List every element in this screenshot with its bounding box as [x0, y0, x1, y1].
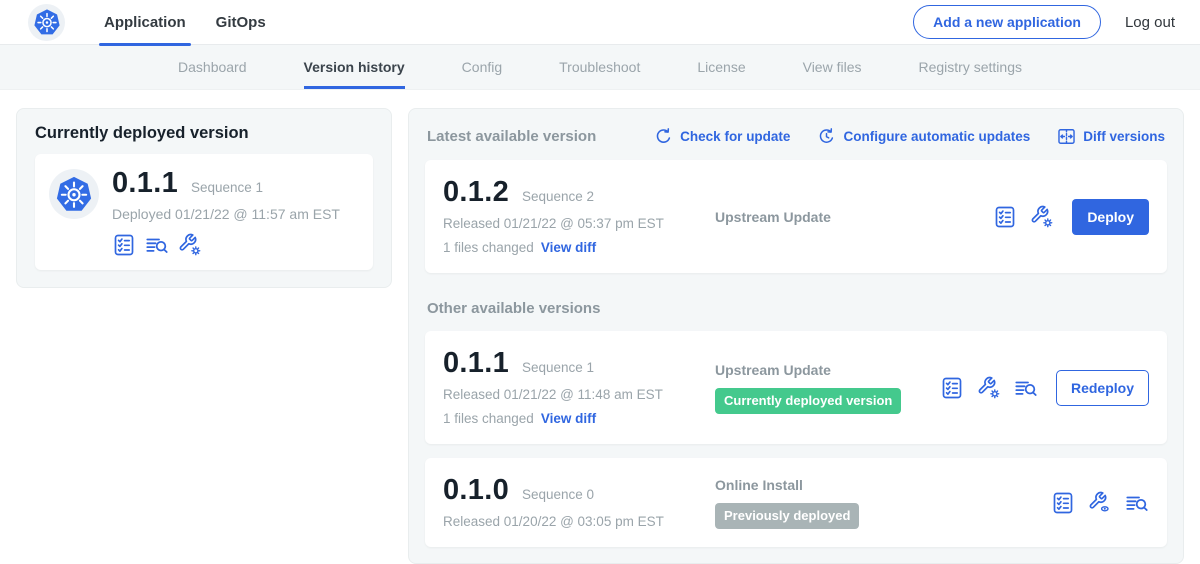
files-changed-line: 1 files changed View diff — [443, 240, 697, 255]
edit-config-icon[interactable] — [977, 376, 1001, 400]
version-row-0-1-0: 0.1.0 Sequence 0 Released 01/20/22 @ 03:… — [425, 458, 1167, 547]
version-row-0-1-1: 0.1.1 Sequence 1 Released 01/21/22 @ 11:… — [425, 331, 1167, 444]
other-versions-title: Other available versions — [427, 300, 1165, 317]
files-changed-line: 1 files changed View diff — [443, 411, 697, 426]
deployed-version-tile: 0.1.1 Sequence 1 Deployed 01/21/22 @ 11:… — [35, 154, 373, 270]
kubernetes-logo-icon — [33, 8, 61, 36]
refresh-icon — [654, 127, 673, 146]
deployed-version-number: 0.1.1 — [112, 169, 178, 198]
deploy-button[interactable]: Deploy — [1072, 199, 1149, 235]
release-notes-icon[interactable] — [993, 205, 1017, 229]
files-changed-label: 1 files changed — [443, 411, 534, 426]
version-history-panel: Latest available version Check for updat… — [408, 108, 1184, 564]
tab-application[interactable]: Application — [89, 0, 201, 45]
view-diff-link[interactable]: View diff — [541, 240, 596, 255]
latest-version-header: Latest available version Check for updat… — [427, 127, 1165, 146]
version-source-label: Upstream Update — [715, 209, 993, 225]
version-source-label: Upstream Update — [715, 362, 940, 378]
main-content: Currently deployed version 0.1.1 Sequenc… — [0, 90, 1200, 564]
top-bar: Application GitOps Add a new application… — [0, 0, 1200, 45]
view-config-icon[interactable] — [1088, 491, 1112, 515]
released-timestamp: Released 01/21/22 @ 05:37 pm EST — [443, 216, 697, 231]
deployed-sequence-label: Sequence 1 — [191, 180, 263, 195]
release-notes-icon[interactable] — [940, 376, 964, 400]
files-changed-label: 1 files changed — [443, 240, 534, 255]
sequence-label: Sequence 1 — [522, 360, 594, 375]
released-timestamp: Released 01/21/22 @ 11:48 am EST — [443, 387, 697, 402]
version-info: 0.1.0 Sequence 0 Released 01/20/22 @ 03:… — [443, 476, 697, 529]
subnav-item-version-history[interactable]: Version history — [304, 45, 405, 89]
deployed-version-info: 0.1.1 Sequence 1 Deployed 01/21/22 @ 11:… — [112, 169, 340, 257]
currently-deployed-badge: Currently deployed version — [715, 388, 901, 414]
version-number: 0.1.2 — [443, 178, 509, 207]
subnav-item-registry-settings[interactable]: Registry settings — [919, 45, 1022, 89]
tab-gitops[interactable]: GitOps — [201, 0, 281, 45]
version-number: 0.1.0 — [443, 476, 509, 505]
diff-versions-link[interactable]: Diff versions — [1057, 127, 1165, 146]
edit-config-icon[interactable] — [178, 233, 202, 257]
panel-actions: Check for update Configure automatic upd… — [654, 127, 1165, 146]
subnav-item-config[interactable]: Config — [462, 45, 502, 89]
version-number: 0.1.1 — [443, 349, 509, 378]
version-meta: Upstream Update Currently deployed versi… — [697, 362, 940, 414]
view-logs-icon[interactable] — [1125, 491, 1149, 515]
version-meta: Online Install Previously deployed — [697, 477, 1051, 529]
check-for-update-label: Check for update — [680, 129, 790, 144]
configure-automatic-updates-label: Configure automatic updates — [843, 129, 1030, 144]
view-logs-icon[interactable] — [1014, 376, 1038, 400]
version-actions: Deploy — [993, 199, 1149, 235]
tab-gitops-label: GitOps — [216, 14, 266, 31]
subnav-item-dashboard[interactable]: Dashboard — [178, 45, 247, 89]
sequence-label: Sequence 2 — [522, 189, 594, 204]
sequence-label: Sequence 0 — [522, 487, 594, 502]
tab-application-label: Application — [104, 14, 186, 31]
check-for-update-link[interactable]: Check for update — [654, 127, 790, 146]
view-logs-icon[interactable] — [145, 233, 169, 257]
diff-icon — [1057, 127, 1076, 146]
release-notes-icon[interactable] — [112, 233, 136, 257]
edit-config-icon[interactable] — [1030, 205, 1054, 229]
version-row-0-1-2: 0.1.2 Sequence 2 Released 01/21/22 @ 05:… — [425, 160, 1167, 273]
diff-versions-label: Diff versions — [1083, 129, 1165, 144]
currently-deployed-card: Currently deployed version 0.1.1 Sequenc… — [16, 108, 392, 288]
redeploy-button[interactable]: Redeploy — [1056, 370, 1149, 406]
version-meta: Upstream Update — [697, 209, 993, 225]
version-info: 0.1.1 Sequence 1 Released 01/21/22 @ 11:… — [443, 349, 697, 426]
schedule-update-icon — [817, 127, 836, 146]
version-source-label: Online Install — [715, 477, 1051, 493]
latest-version-title: Latest available version — [427, 128, 596, 145]
app-avatar — [49, 169, 99, 219]
deployed-actions — [112, 233, 340, 257]
app-subnav: Dashboard Version history Config Trouble… — [0, 45, 1200, 90]
subnav-item-troubleshoot[interactable]: Troubleshoot — [559, 45, 640, 89]
version-info: 0.1.2 Sequence 2 Released 01/21/22 @ 05:… — [443, 178, 697, 255]
view-diff-link[interactable]: View diff — [541, 411, 596, 426]
kubernetes-logo-icon — [55, 175, 93, 213]
add-application-button[interactable]: Add a new application — [913, 5, 1101, 39]
app-logo — [28, 4, 65, 41]
version-actions: Redeploy — [940, 370, 1149, 406]
released-timestamp: Released 01/20/22 @ 03:05 pm EST — [443, 514, 697, 529]
logout-link[interactable]: Log out — [1125, 14, 1175, 31]
release-notes-icon[interactable] — [1051, 491, 1075, 515]
subnav-item-view-files[interactable]: View files — [803, 45, 862, 89]
subnav-item-license[interactable]: License — [697, 45, 745, 89]
version-actions — [1051, 491, 1149, 515]
configure-automatic-updates-link[interactable]: Configure automatic updates — [817, 127, 1030, 146]
previously-deployed-badge: Previously deployed — [715, 503, 859, 529]
currently-deployed-title: Currently deployed version — [35, 124, 373, 143]
deployed-timestamp: Deployed 01/21/22 @ 11:57 am EST — [112, 206, 340, 222]
